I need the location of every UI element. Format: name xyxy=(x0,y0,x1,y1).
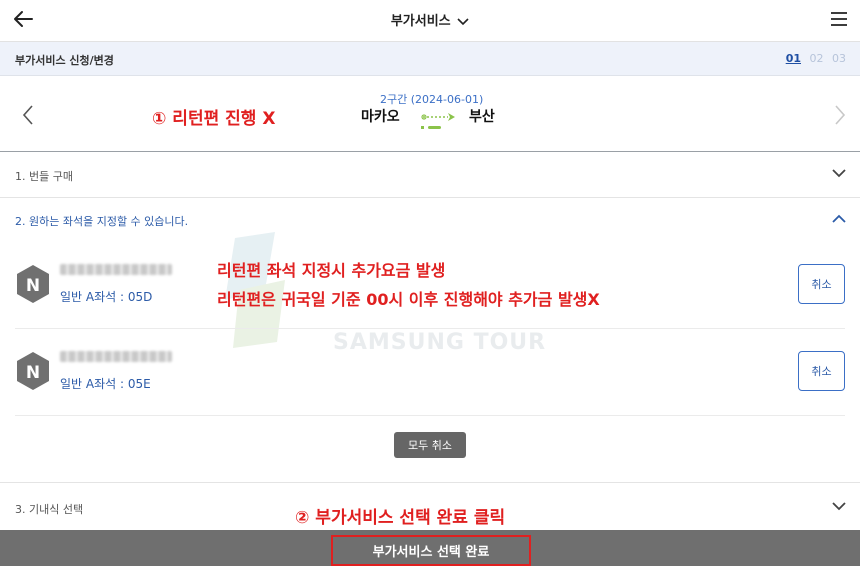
svg-text:N: N xyxy=(26,276,40,296)
chevron-left-icon[interactable] xyxy=(20,104,36,126)
cancel-all-button[interactable]: 모두 취소 xyxy=(394,432,466,458)
svg-text:N: N xyxy=(26,363,40,383)
page-title: 부가서비스 xyxy=(390,14,451,29)
section-bundle-purchase[interactable]: 1. 번들 구매 xyxy=(0,152,860,198)
chevron-down-icon xyxy=(457,17,469,25)
passenger-name-blurred xyxy=(60,351,172,362)
annotation-return-note: ① 리턴편 진행 X xyxy=(152,109,276,129)
passenger-seat: 일반 A좌석 : 05E xyxy=(60,377,151,391)
cancel-seat-button[interactable]: 취소 xyxy=(798,264,845,304)
passenger-name-blurred xyxy=(60,264,172,275)
chevron-down-icon xyxy=(832,502,846,511)
step-03[interactable]: 03 xyxy=(832,52,846,65)
subheader-label: 부가서비스 신청/변경 xyxy=(15,54,114,67)
page-title-dropdown[interactable]: 부가서비스 xyxy=(0,10,860,29)
passenger-avatar-icon: N xyxy=(17,265,49,303)
passenger-avatar-icon: N xyxy=(17,352,49,390)
passenger-seat: 일반 A좌석 : 05D xyxy=(60,290,153,304)
step-02[interactable]: 02 xyxy=(810,52,824,65)
segment-selector: 2구간 (2024-06-01) 마카오 부산 xyxy=(0,76,860,152)
segment-subtitle: 2구간 (2024-06-01) xyxy=(380,93,484,106)
chevron-right-icon[interactable] xyxy=(832,104,848,126)
chevron-down-icon xyxy=(832,169,846,178)
annotation-line: 리턴편은 귀국일 기준 00시 이후 진행해야 추가금 발생X xyxy=(217,290,600,309)
segment-origin: 마카오 xyxy=(361,109,400,125)
top-bar: 부가서비스 xyxy=(0,0,860,42)
annotation-line: 리턴편 좌석 지정시 추가요금 발생 xyxy=(217,261,446,280)
section-title: 3. 기내식 선택 xyxy=(15,503,84,516)
complete-selection-button[interactable]: 부가서비스 선택 완료 xyxy=(331,535,531,566)
footer-bar: 부가서비스 선택 완료 xyxy=(0,530,860,566)
segment-destination: 부산 xyxy=(469,109,495,125)
section-title: 1. 번들 구매 xyxy=(15,170,73,183)
annotation-complete-note: ② 부가서비스 선택 완료 클릭 xyxy=(295,508,506,528)
flight-route-icon xyxy=(421,113,455,129)
subheader-bar: 부가서비스 신청/변경 01 02 03 xyxy=(0,42,860,76)
annotation-seat-fee-note: 리턴편 좌석 지정시 추가요금 발생 리턴편은 귀국일 기준 00시 이후 진행… xyxy=(217,256,600,314)
step-indicator: 01 02 03 xyxy=(781,52,846,65)
step-01[interactable]: 01 xyxy=(786,52,801,65)
cancel-seat-button[interactable]: 취소 xyxy=(798,351,845,391)
section-title[interactable]: 2. 원하는 좌석을 지정할 수 있습니다. xyxy=(15,213,188,229)
hamburger-menu-icon[interactable] xyxy=(830,10,848,28)
chevron-up-icon[interactable] xyxy=(832,213,846,225)
passenger-row: N 일반 A좌석 : 05E 취소 xyxy=(15,329,845,416)
